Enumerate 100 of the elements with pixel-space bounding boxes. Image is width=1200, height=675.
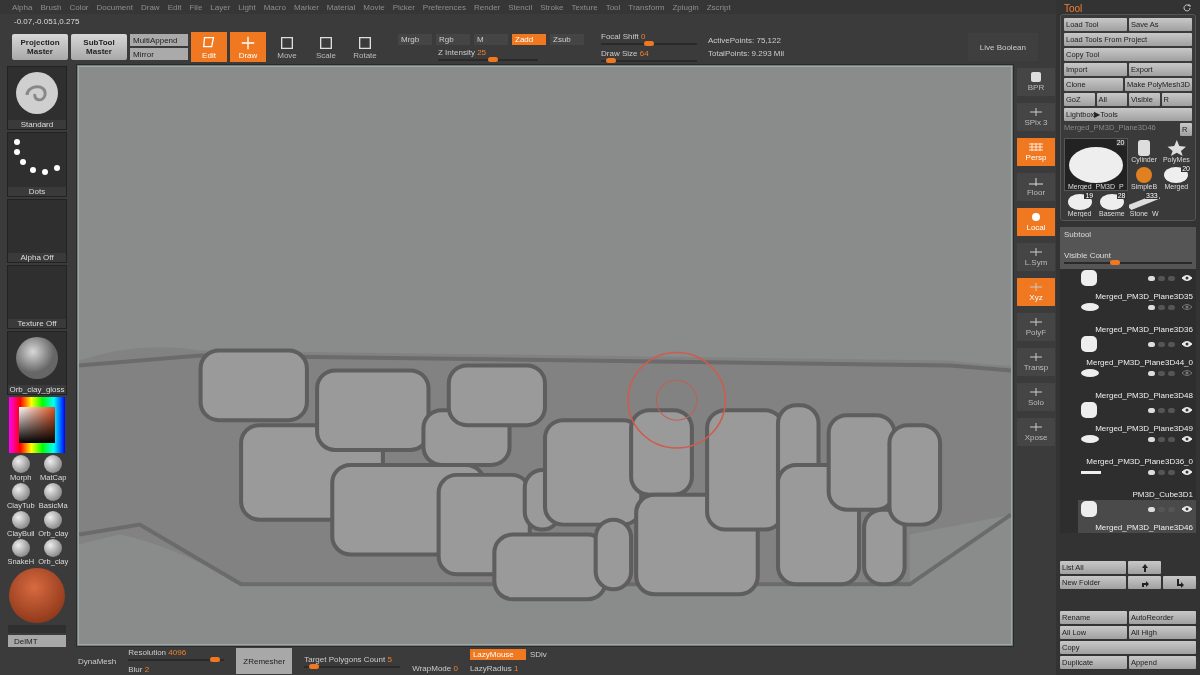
- menu-item[interactable]: Color: [65, 2, 93, 12]
- menu-item[interactable]: Transform: [624, 2, 669, 12]
- shelf-button[interactable]: Transp: [1017, 348, 1055, 376]
- delmt-button[interactable]: DelMT: [8, 635, 66, 647]
- channel-toggle[interactable]: Rgb: [436, 33, 470, 45]
- shelf-icon: [1028, 317, 1044, 327]
- alpha-tile[interactable]: Alpha Off: [7, 198, 67, 263]
- menu-item[interactable]: Texture: [567, 2, 602, 12]
- channel-toggle[interactable]: Mrgb: [398, 33, 432, 45]
- brush-tile[interactable]: Standard: [7, 66, 67, 131]
- shelf-icon: [1028, 142, 1044, 152]
- shelf-icon: [1028, 282, 1044, 292]
- stat-text: TotalPoints: 9.293 Mil: [708, 49, 785, 58]
- multiappend-button[interactable]: MultiAppend: [130, 34, 188, 46]
- shelf-button[interactable]: PolyF: [1017, 313, 1055, 341]
- list-button[interactable]: [1128, 561, 1161, 574]
- mode-icon: [279, 34, 295, 51]
- coordinates-text: -0.07,-0.051,0.275: [13, 16, 81, 28]
- shelf-icon: [1028, 72, 1044, 82]
- shelf-icon: [1028, 422, 1044, 432]
- shelf-button[interactable]: SPix 3: [1017, 103, 1055, 131]
- subtool-master-button[interactable]: SubTool Master: [71, 34, 127, 60]
- zremesher-button[interactable]: ZRemesher: [236, 648, 293, 674]
- menu-item[interactable]: Document: [92, 2, 137, 12]
- shelf-button[interactable]: BPR: [1017, 68, 1055, 96]
- shelf-icon: [1028, 107, 1044, 117]
- subtool-item[interactable]: Merged_PM3D_Plane3D36: [1078, 302, 1196, 335]
- color-picker[interactable]: [9, 397, 65, 453]
- mode-button[interactable]: Move: [269, 32, 305, 62]
- menu-item[interactable]: Zscript: [702, 2, 735, 12]
- menu-item[interactable]: Zplugin: [668, 2, 703, 12]
- menu-item[interactable]: Macro: [259, 2, 290, 12]
- projection-master-button[interactable]: Projection Master: [12, 34, 68, 60]
- dynamesh-label: DynaMesh: [78, 656, 117, 666]
- menu-item[interactable]: Brush: [36, 2, 66, 12]
- menu-item[interactable]: Render: [470, 2, 505, 12]
- shelf-icon: [1028, 177, 1044, 187]
- sphere-preview: [9, 567, 65, 624]
- menu-item[interactable]: Material: [322, 2, 360, 12]
- draw-size-slider[interactable]: Draw Size 64: [601, 49, 697, 62]
- brush-cursor-icon: [627, 351, 727, 449]
- tool-shape-icon: [1099, 194, 1124, 210]
- subtool-item[interactable]: Merged_PM3D_Plane3D36_0: [1078, 434, 1196, 467]
- subtool-item[interactable]: PM3D_Cube3D1: [1078, 467, 1196, 500]
- tool-shape-icon: [1067, 194, 1092, 210]
- tool-shape-icon: [1164, 167, 1189, 183]
- list-button[interactable]: [1128, 576, 1161, 589]
- shelf-icon: [1028, 247, 1044, 257]
- menu-item[interactable]: Stroke: [536, 2, 568, 12]
- blur-setting[interactable]: Blur 2: [128, 665, 225, 674]
- tool-panel-title: Tool: [1064, 2, 1083, 14]
- mode-icon: [240, 34, 256, 51]
- shelf-button[interactable]: Solo: [1017, 383, 1055, 411]
- tool-shape-icon: [1068, 147, 1123, 183]
- menu-item[interactable]: Tool: [601, 2, 625, 12]
- menu-item[interactable]: Picker: [388, 2, 419, 12]
- focal-shift-slider[interactable]: Focal Shift 0: [601, 32, 697, 45]
- tool-shape-icon: [1138, 140, 1151, 156]
- channel-toggle[interactable]: Zsub: [550, 33, 584, 45]
- menu-item[interactable]: Light: [234, 2, 260, 12]
- subtool-item[interactable]: Merged_PM3D_Plane3D35: [1078, 269, 1196, 302]
- bent-arrow-icon: [1174, 577, 1185, 588]
- visible-count-slider[interactable]: Visible Count: [1064, 251, 1192, 264]
- resolution-slider[interactable]: Resolution 4096: [128, 648, 225, 661]
- subtool-item[interactable]: Merged_PM3D_Plane3D46: [1078, 500, 1196, 533]
- list-button[interactable]: [1163, 576, 1196, 589]
- swatch-bar: [8, 625, 66, 634]
- menu-item[interactable]: Movie: [359, 2, 389, 12]
- mode-button[interactable]: Rotate: [347, 32, 383, 62]
- material-tile[interactable]: Orb_clay_gloss: [7, 331, 67, 396]
- subtool-item[interactable]: Merged_PM3D_Plane3D48: [1078, 368, 1196, 401]
- channel-toggle[interactable]: M: [474, 33, 508, 45]
- stat-text: ActivePoints: 75,122: [708, 36, 782, 45]
- shelf-button[interactable]: Floor: [1017, 173, 1055, 201]
- menu-item[interactable]: Draw: [136, 2, 164, 12]
- z-intensity-slider[interactable]: Z Intensity 25: [438, 47, 538, 61]
- subtool-item[interactable]: Merged_PM3D_Plane3D49: [1078, 401, 1196, 434]
- menu-item[interactable]: Preferences: [418, 2, 470, 12]
- target-polygons-slider[interactable]: Target Polygons Count 5: [304, 654, 401, 668]
- stroke-tile[interactable]: Dots: [7, 132, 67, 197]
- subtool-title: Subtool: [1064, 230, 1093, 239]
- mirror-button[interactable]: Mirror: [130, 48, 188, 60]
- lazyradius-setting[interactable]: LazyRadius 1: [469, 664, 547, 673]
- menu-item[interactable]: Edit: [163, 2, 186, 12]
- mode-button[interactable]: Scale: [308, 32, 344, 62]
- menu-item[interactable]: Stencil: [504, 2, 537, 12]
- live-boolean-button[interactable]: Live Boolean: [967, 33, 1038, 61]
- menu-item[interactable]: Marker: [289, 2, 323, 12]
- shelf-icon: [1028, 352, 1044, 362]
- menu-item[interactable]: Layer: [206, 2, 235, 12]
- sdiv-label: SDiv: [529, 650, 547, 659]
- up-arrow-icon: [1139, 562, 1150, 573]
- menu-item[interactable]: Alpha: [8, 2, 37, 12]
- menu-item[interactable]: File: [185, 2, 207, 12]
- shelf-button[interactable]: L.Sym: [1017, 243, 1055, 271]
- subtool-item[interactable]: Merged_PM3D_Plane3D44_0: [1078, 335, 1196, 368]
- refresh-icon[interactable]: [1182, 3, 1192, 13]
- wrapmode-setting[interactable]: WrapMode 0: [412, 664, 458, 673]
- shelf-button[interactable]: Xpose: [1017, 418, 1055, 446]
- texture-tile[interactable]: Texture Off: [7, 264, 67, 330]
